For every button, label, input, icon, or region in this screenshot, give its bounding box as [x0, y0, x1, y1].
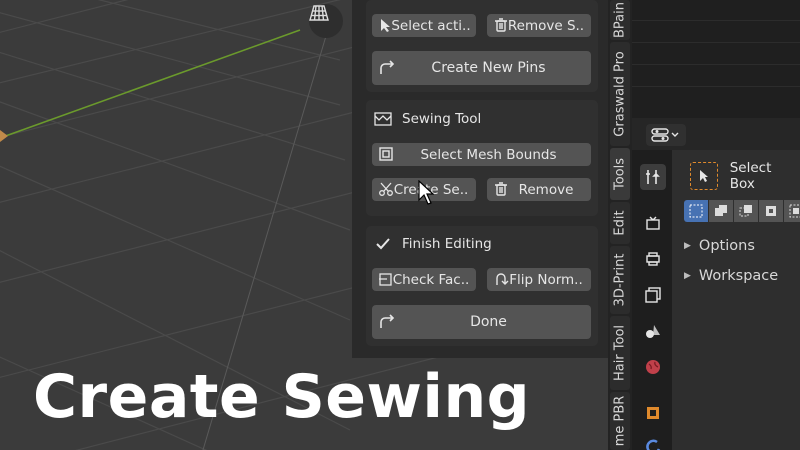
- active-tool-label: Select Box: [729, 160, 772, 192]
- scissors-icon: [379, 182, 393, 196]
- properties-editor-icon: [651, 128, 679, 142]
- tab-3d-print[interactable]: 3D-Print: [610, 246, 630, 314]
- selection-mode-group: [684, 200, 800, 222]
- select-mesh-bounds-button[interactable]: Select Mesh Bounds: [372, 143, 591, 166]
- tool-settings-panel: Select Box ▶ Options ▶ Workspace: [672, 150, 800, 450]
- finish-editing-title: Finish Editing: [402, 236, 492, 252]
- create-new-pins-label: Create New Pins: [431, 60, 546, 76]
- options-panel-header[interactable]: ▶ Options: [684, 238, 755, 254]
- tab-pbr[interactable]: me PBR: [610, 392, 630, 450]
- options-label: Options: [698, 238, 755, 254]
- select-box-tool-icon[interactable]: [690, 162, 718, 190]
- view-layer-icon[interactable]: [640, 282, 666, 308]
- check-faces-button[interactable]: Check Fac..: [372, 268, 476, 291]
- create-new-pins-button[interactable]: Create New Pins: [372, 51, 591, 85]
- world-icon[interactable]: [640, 354, 666, 380]
- properties-editor: Select Box ▶ Options ▶ Workspace: [632, 118, 800, 450]
- object-icon[interactable]: [640, 400, 666, 426]
- outliner-area: [632, 0, 800, 118]
- mode-extend-icon[interactable]: [709, 200, 733, 222]
- done-label: Done: [470, 314, 507, 330]
- face-check-icon: [379, 273, 392, 286]
- trash-icon: [495, 182, 507, 196]
- output-icon[interactable]: [640, 246, 666, 272]
- remove-selected-button[interactable]: Remove S..: [487, 14, 591, 37]
- tool-settings-icon[interactable]: [640, 164, 666, 190]
- sidebar-tabs: BPain Graswald Pro Tools Edit 3D-Print H…: [608, 0, 632, 450]
- flip-arrow-icon: [496, 273, 509, 285]
- redo-arrow-icon: [380, 314, 395, 328]
- expand-triangle-icon: ▶: [684, 241, 691, 251]
- expand-triangle-icon: ▶: [684, 271, 691, 281]
- checkmark-icon: [376, 238, 390, 250]
- tab-edit[interactable]: Edit: [610, 202, 630, 244]
- redo-arrow-icon: [380, 60, 395, 74]
- select-mesh-bounds-label: Select Mesh Bounds: [420, 146, 557, 163]
- tab-bpaint[interactable]: BPain: [610, 0, 630, 40]
- mouse-cursor-icon: [418, 180, 434, 205]
- remove-sewing-button[interactable]: Remove: [487, 178, 591, 201]
- finish-editing-header[interactable]: Finish Editing: [374, 234, 492, 254]
- mode-invert-icon[interactable]: [759, 200, 783, 222]
- done-button[interactable]: Done: [372, 305, 591, 339]
- tab-hair-tool[interactable]: Hair Tool: [610, 316, 630, 390]
- select-active-button[interactable]: Select acti..: [372, 14, 476, 37]
- active-tool-header[interactable]: Select Box: [690, 160, 800, 192]
- grid-perspective-icon[interactable]: [309, 4, 343, 38]
- workspace-panel-header[interactable]: ▶ Workspace: [684, 268, 778, 284]
- video-title-overlay: Create Sewing: [33, 362, 531, 432]
- sewing-icon: [374, 112, 392, 126]
- scene-icon[interactable]: [640, 318, 666, 344]
- modifier-icon[interactable]: [640, 434, 666, 450]
- properties-tabs: [632, 150, 672, 450]
- cursor-icon: [381, 19, 390, 32]
- sewing-tool-header[interactable]: Sewing Tool: [374, 109, 481, 129]
- editor-type-dropdown[interactable]: [646, 124, 686, 146]
- remove-sewing-label: Remove: [518, 181, 574, 198]
- mode-subtract-icon[interactable]: [734, 200, 758, 222]
- mode-intersect-icon[interactable]: [784, 200, 800, 222]
- trash-icon: [495, 18, 507, 32]
- flip-normals-button[interactable]: Flip Norm..: [487, 268, 591, 291]
- tab-graswald-pro[interactable]: Graswald Pro: [610, 42, 630, 146]
- mesh-bounds-icon: [379, 147, 393, 161]
- mode-set-icon[interactable]: [684, 200, 708, 222]
- tab-tools[interactable]: Tools: [610, 148, 630, 200]
- render-icon[interactable]: [640, 210, 666, 236]
- sewing-tool-title: Sewing Tool: [402, 111, 482, 127]
- workspace-label: Workspace: [698, 268, 779, 284]
